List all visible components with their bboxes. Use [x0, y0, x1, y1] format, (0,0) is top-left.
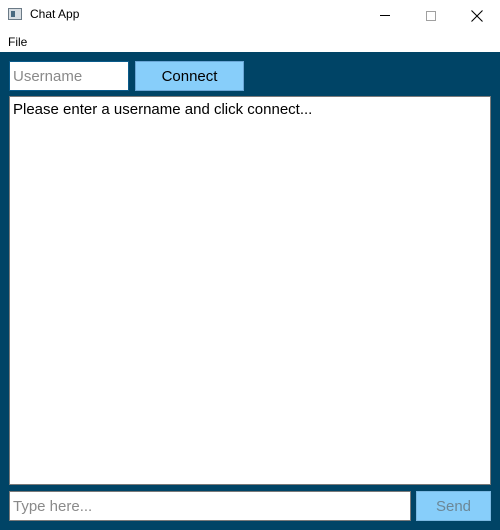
maximize-button[interactable]	[408, 0, 454, 31]
minimize-button[interactable]	[362, 0, 408, 31]
chat-log-text: Please enter a username and click connec…	[13, 101, 313, 118]
menu-bar: File	[0, 31, 500, 52]
chat-log[interactable]: Please enter a username and click connec…	[9, 96, 491, 485]
window-title: Chat App	[30, 7, 80, 21]
menu-item-file[interactable]: File	[8, 35, 27, 49]
username-input[interactable]	[9, 61, 129, 91]
close-button[interactable]	[454, 0, 500, 31]
minimize-icon	[380, 15, 390, 16]
connect-button[interactable]: Connect	[135, 61, 244, 91]
chat-window-body: Connect Please enter a username and clic…	[0, 52, 500, 530]
message-input[interactable]	[9, 491, 411, 521]
close-icon	[471, 9, 483, 22]
maximize-icon	[426, 10, 436, 21]
title-bar[interactable]: Chat App	[0, 0, 500, 31]
send-button[interactable]: Send	[416, 491, 491, 521]
app-window-icon	[8, 8, 22, 20]
